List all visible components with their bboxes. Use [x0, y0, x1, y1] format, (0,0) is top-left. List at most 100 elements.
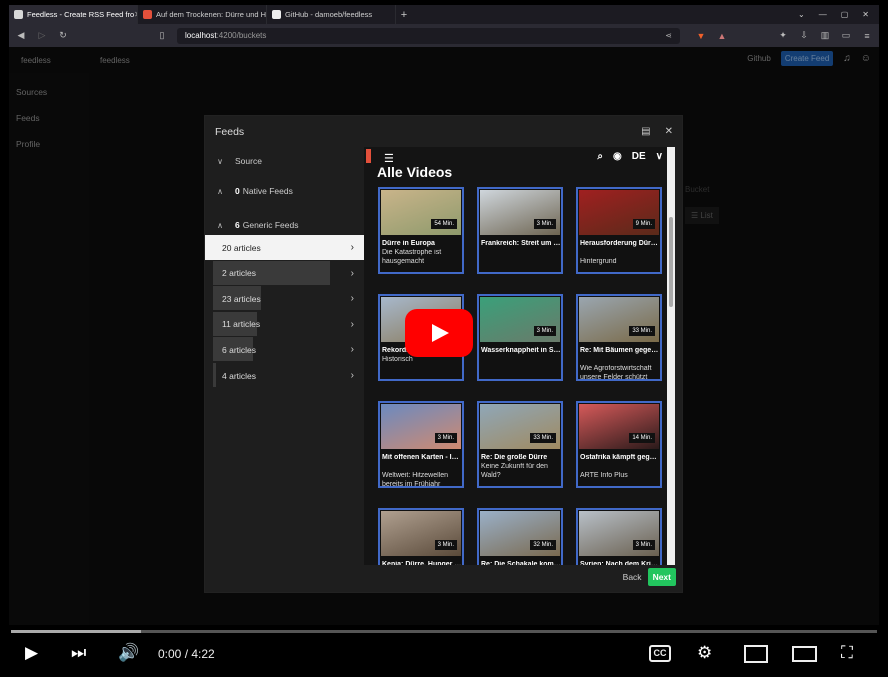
video-card[interactable]: 33 Min. Re: Mit Bäumen gegen die Dürre Wie… [576, 294, 662, 381]
search-icon[interactable]: ⌕ [597, 151, 603, 162]
minimize-icon[interactable]: — [819, 10, 827, 19]
video-card[interactable]: 3 Min. Frankreich: Streit um Mega-Wasserb… [477, 187, 563, 274]
url-path: :4200/buckets [216, 31, 267, 40]
next-video-icon[interactable]: ⏭ [71, 643, 86, 663]
article-row[interactable]: 2 articles › [205, 260, 364, 286]
article-row[interactable]: 11 articles › [205, 311, 364, 337]
video-card[interactable]: 3 Min. Wasserknappheit in Spanien: Entsal… [477, 294, 563, 381]
video-card[interactable]: 3 Min. Mit offenen Karten - Im Fokus Weltw… [378, 401, 464, 488]
play-overlay-icon[interactable] [405, 309, 473, 357]
modal-title: Feeds [215, 126, 245, 138]
tab-favicon-icon [272, 10, 281, 19]
url-host: localhost [185, 31, 217, 40]
url-bar[interactable]: localhost:4200/buckets ⋖ [177, 27, 680, 44]
website-preview[interactable]: ☰ ⌕ ◉ DE ∨ Alle Videos 54 Min. Dürre in E… [364, 147, 675, 565]
next-button[interactable]: Next [647, 568, 676, 586]
tab-favicon-icon [14, 10, 23, 19]
chevron-down-icon: ∨ [217, 156, 223, 166]
preview-heading: Alle Videos [377, 164, 453, 180]
progress-bar[interactable] [11, 630, 877, 633]
video-card[interactable]: 14 Min. Ostafrika kämpft gegen schwerste…… [576, 401, 662, 488]
back-button[interactable]: Back [623, 572, 642, 582]
article-label: 20 articles [222, 242, 261, 253]
play-icon[interactable]: ▶ [25, 643, 38, 663]
article-label: 4 articles [222, 370, 257, 381]
menu-icon[interactable]: ≡ [861, 31, 873, 41]
video-duration: 3 Min. [533, 326, 556, 336]
chevron-right-icon: › [350, 267, 354, 279]
article-row[interactable]: 6 articles › [205, 337, 364, 362]
nav-bar: ◀ ▷ ↻ ▯ localhost:4200/buckets ⋖ ▼ ▲ ✦ ⇩… [9, 24, 879, 47]
video-title: Frankreich: Streit um Mega-Wasserbecke… [481, 240, 561, 247]
feed-tree: ∨ Source ∧ 0 Native Feeds ∧ 6 Generic Feeds [205, 146, 364, 240]
chevron-right-icon: › [350, 370, 354, 381]
video-duration: 3 Min. [632, 540, 655, 550]
download-icon[interactable]: ⇩ [798, 30, 810, 41]
brave-shield-icon[interactable]: ▼ [695, 31, 707, 41]
wallet-icon[interactable]: ▭ [840, 30, 852, 41]
forward-icon[interactable]: ▷ [36, 30, 48, 41]
video-frame: Feedless - Create RSS Feed fro✕Auf dem T… [0, 0, 888, 677]
reload-icon[interactable]: ↻ [57, 30, 69, 41]
brave-rewards-icon[interactable]: ▲ [716, 31, 728, 41]
video-title: Herausforderung Dürre: Wie passen w… [580, 240, 660, 247]
video-subtitle: ARTE Info Plus [580, 472, 628, 479]
video-card[interactable]: 33 Min. Re: Die große Dürre Keine Zukunft … [477, 401, 563, 488]
account-icon[interactable]: ◉ [613, 151, 622, 162]
native-count: 0 [235, 186, 240, 196]
video-card[interactable]: 54 Min. Dürre in Europa Die Katastrophe is… [378, 187, 464, 274]
video-card[interactable]: 32 Min. Re: Die Schakale kommen [477, 508, 563, 565]
video-duration: 9 Min. [632, 219, 655, 229]
article-label: 6 articles [222, 344, 257, 355]
article-row[interactable]: 4 articles › [205, 363, 364, 388]
settings-icon[interactable]: ⚙ [697, 643, 712, 663]
tabs: Feedless - Create RSS Feed fro✕ Auf dem T… [9, 5, 396, 24]
video-title: Syrien: Nach dem Krieg die Dürre [580, 561, 660, 565]
tab-label: Feedless - Create RSS Feed fro [27, 10, 135, 19]
document-icon[interactable]: ▤ [641, 126, 650, 137]
share-icon[interactable]: ⋖ [665, 31, 672, 40]
source-label: Source [235, 156, 262, 166]
video-card[interactable]: 3 Min. Syrien: Nach dem Krieg die Dürre [576, 508, 662, 565]
video-title: Re: Die Schakale kommen [481, 561, 561, 565]
scroll-thumb[interactable] [669, 217, 673, 307]
maximize-icon[interactable]: ▢ [841, 10, 849, 19]
article-label: 23 articles [222, 293, 261, 304]
video-subtitle: Historisch [382, 356, 413, 363]
browser-tab[interactable]: GitHub - damoeb/feedless [267, 5, 396, 24]
new-tab-button[interactable]: + [396, 9, 412, 21]
tree-source[interactable]: ∨ Source [205, 146, 364, 176]
bookmark-icon[interactable]: ▯ [156, 30, 168, 41]
video-title: Re: Mit Bäumen gegen die Dürre [580, 347, 660, 354]
browser-tab[interactable]: Auf dem Trockenen: Dürre und H [138, 5, 267, 24]
language-select[interactable]: DE [632, 151, 646, 162]
article-row[interactable]: 23 articles › [205, 286, 364, 311]
video-title: Ostafrika kämpft gegen schwerste… [580, 454, 660, 461]
video-subtitle: Hintergrund [580, 258, 617, 265]
article-row[interactable]: 20 articles › [205, 235, 364, 260]
minimize-all-icon[interactable]: ⌄ [798, 10, 805, 19]
volume-icon[interactable]: 🔊 [118, 643, 139, 663]
video-duration: 33 Min. [629, 326, 655, 336]
tree-native-feeds[interactable]: ∧ 0 Native Feeds [205, 176, 364, 206]
video-duration: 14 Min. [629, 433, 655, 443]
video-title: Dürre in Europa [382, 240, 435, 247]
back-icon[interactable]: ◀ [15, 30, 27, 41]
miniplayer-icon[interactable] [744, 645, 768, 663]
tab-favicon-icon [143, 10, 152, 19]
chevron-down-icon[interactable]: ∨ [656, 151, 663, 162]
theater-mode-icon[interactable] [792, 646, 817, 662]
video-card[interactable]: 9 Min. Herausforderung Dürre: Wie passen … [576, 187, 662, 274]
article-label: 2 articles [222, 268, 257, 279]
close-icon[interactable]: ✕ [665, 126, 673, 137]
video-subtitle: Wie Agroforstwirtschaft unsere Felder sc… [580, 365, 652, 381]
sidebar-icon[interactable]: ▥ [819, 30, 831, 41]
article-label: 11 articles [222, 319, 261, 330]
close-window-icon[interactable]: ✕ [862, 10, 869, 19]
video-card[interactable]: 3 Min. Kenia: Dürre, Hunger und steigende… [378, 508, 464, 565]
preview-scrollbar[interactable] [667, 147, 675, 565]
extensions-icon[interactable]: ✦ [777, 30, 789, 41]
captions-icon[interactable]: CC [649, 645, 671, 662]
fullscreen-icon[interactable]: ⛶ [841, 643, 853, 663]
browser-tab[interactable]: Feedless - Create RSS Feed fro✕ [9, 5, 138, 24]
